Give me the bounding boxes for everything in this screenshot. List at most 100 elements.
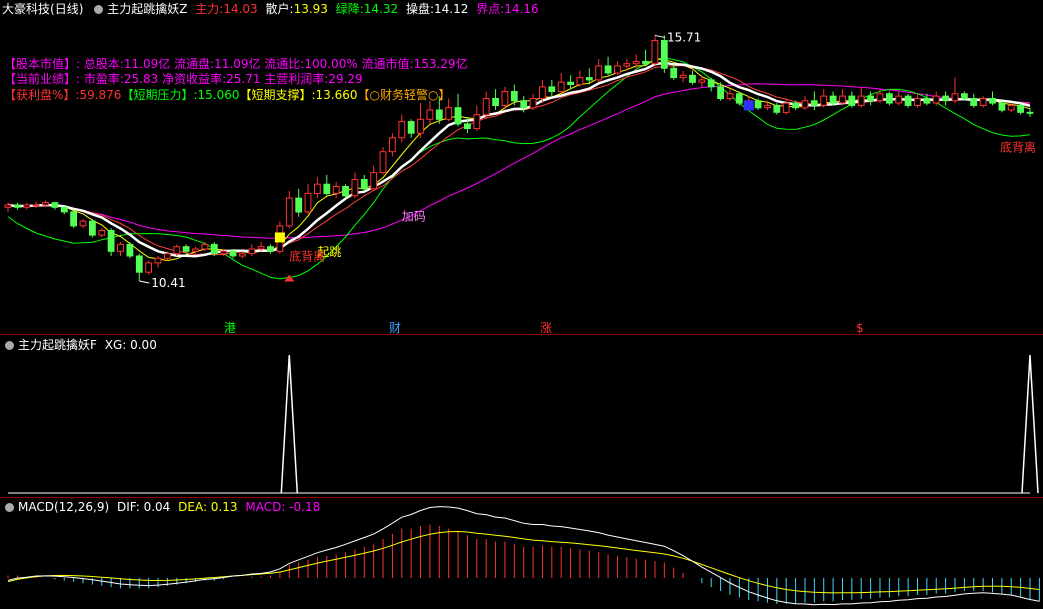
- xg-indicator-panel[interactable]: 主力起跳擒妖F XG: 0.00: [0, 335, 1043, 497]
- caopan-value: 14.12: [434, 2, 469, 16]
- macd-header: MACD(12,26,9) DIF: 0.04 DEA: 0.13 MACD: …: [2, 498, 324, 516]
- candle-body: [632, 60, 640, 65]
- xg-spike-0: [280, 354, 299, 494]
- main-chart-svg[interactable]: 15.7110.41加码起跳底背离底背离: [0, 0, 1043, 334]
- main-chart-header: 大豪科技(日线) 主力起跳擒妖Z 主力:14.03 散户:13.93 绿降: 14…: [2, 0, 543, 18]
- candle-body: [1007, 104, 1015, 111]
- candle-body: [510, 91, 518, 102]
- candle-body: [820, 95, 828, 106]
- candle-body: [895, 95, 903, 104]
- event-marker-s[interactable]: $: [856, 321, 864, 334]
- candle-body: [670, 67, 678, 79]
- candle-body: [173, 246, 181, 255]
- candle-body: [660, 40, 668, 69]
- candle-body: [482, 98, 490, 116]
- jiama-label: 加码: [402, 209, 426, 223]
- candle-body: [623, 63, 631, 67]
- high-price-label: 15.71: [667, 30, 701, 44]
- candle-body: [23, 204, 31, 208]
- zhuli-value: 14.03: [223, 2, 258, 16]
- candle-body: [417, 118, 424, 134]
- info-performance-text: 市盈率:25.83 净资收益率:25.71 主营利润率:29.29: [83, 72, 363, 86]
- candle-body: [154, 257, 162, 264]
- event-marker-zhang[interactable]: 涨: [540, 321, 552, 334]
- period-label[interactable]: (日线): [50, 2, 83, 16]
- candle-body: [32, 204, 40, 207]
- candle-body: [735, 93, 743, 104]
- candle-body: [239, 253, 246, 257]
- candle-body: [867, 95, 875, 102]
- macd-macd: MACD: -0.18: [245, 500, 321, 514]
- zhuli-label: 主力:: [195, 2, 224, 16]
- candle-body: [529, 98, 537, 109]
- macd-panel[interactable]: MACD(12,26,9) DIF: 0.04 DEA: 0.13 MACD: …: [0, 498, 1043, 609]
- xg-title[interactable]: 主力起跳擒妖F: [18, 338, 97, 352]
- candle-body: [192, 248, 199, 252]
- main-chart-panel[interactable]: 15.71 10.41 加码 起跳 底背离 底背离 大豪科技(日线) 主力起跳擒妖Z 主力…: [0, 0, 1043, 334]
- macd-toggle-icon[interactable]: [5, 503, 14, 512]
- candle-body: [295, 197, 303, 213]
- xg-toggle-icon[interactable]: [5, 341, 14, 350]
- candle-body: [585, 77, 593, 81]
- event-marker-gang[interactable]: 港: [224, 321, 236, 334]
- candle-body: [923, 98, 931, 104]
- jiedian-value: 14.16: [504, 2, 539, 16]
- indicator-name[interactable]: 主力起跳擒妖Z: [107, 2, 187, 16]
- macd-title[interactable]: MACD(12,26,9): [18, 500, 109, 514]
- candle-body: [595, 65, 603, 81]
- candle-body: [379, 151, 387, 173]
- lvjiang-label: 绿降:: [335, 2, 364, 16]
- candle-body: [323, 183, 331, 194]
- candle-body: [210, 243, 218, 255]
- stock-name[interactable]: 大豪科技: [2, 2, 50, 16]
- info-resistance: 【短期压力】:15.060: [121, 88, 240, 102]
- candle-body: [473, 114, 481, 130]
- candle-body: [848, 95, 856, 106]
- candle-body: [51, 202, 59, 208]
- candle-body: [979, 98, 987, 106]
- candle-body: [126, 243, 134, 257]
- info-profit-ratio: 【获利盘%】:59.876: [4, 88, 122, 102]
- signal-square-yellow: [274, 232, 285, 243]
- xg-chart-svg[interactable]: [0, 335, 1043, 497]
- candle-body: [782, 102, 790, 113]
- candle-body: [876, 93, 884, 102]
- candle-body: [220, 250, 227, 255]
- candle-body: [904, 95, 912, 106]
- candle-body: [726, 93, 734, 99]
- dibeili-left-label: 底背离: [289, 249, 325, 264]
- macd-dif: DIF: 0.04: [116, 500, 171, 514]
- low-price-label: 10.41: [151, 276, 185, 290]
- candle-body: [576, 77, 584, 86]
- sanhu-value: 13.93: [293, 2, 328, 16]
- xg-spike-1: [1021, 354, 1039, 494]
- candle-body: [679, 74, 687, 79]
- event-marker-cai[interactable]: 财: [389, 321, 401, 334]
- candle-body: [707, 79, 715, 88]
- candle-body: [70, 211, 77, 227]
- candle-body: [314, 183, 321, 194]
- candle-body: [454, 107, 462, 125]
- info-performance-tag: 【当前业绩】:: [4, 72, 81, 86]
- candle-body: [886, 93, 893, 104]
- indicator-toggle-icon[interactable]: [94, 5, 104, 14]
- candle-body: [117, 243, 124, 252]
- candle-body: [79, 220, 87, 227]
- candle-body: [764, 104, 771, 109]
- sanhu-label: 散户:: [265, 2, 294, 16]
- candle-body: [332, 186, 340, 194]
- candle-body: [932, 95, 940, 104]
- candle-body: [548, 86, 556, 93]
- signal-square-blue: [743, 100, 754, 111]
- candle-body: [60, 206, 68, 213]
- candle-body: [135, 255, 143, 273]
- info-row-levels: 【获利盘%】:59.876【短期压力】:15.060【短期支撑】:13.660【…: [4, 88, 450, 102]
- candle-body: [651, 40, 659, 65]
- candle-body: [810, 100, 818, 106]
- candle-body: [961, 93, 968, 99]
- candle-body: [1017, 104, 1025, 113]
- candle-body: [998, 102, 1006, 111]
- candle-body: [557, 81, 565, 92]
- candle-body: [42, 202, 49, 206]
- candle-body: [539, 86, 546, 100]
